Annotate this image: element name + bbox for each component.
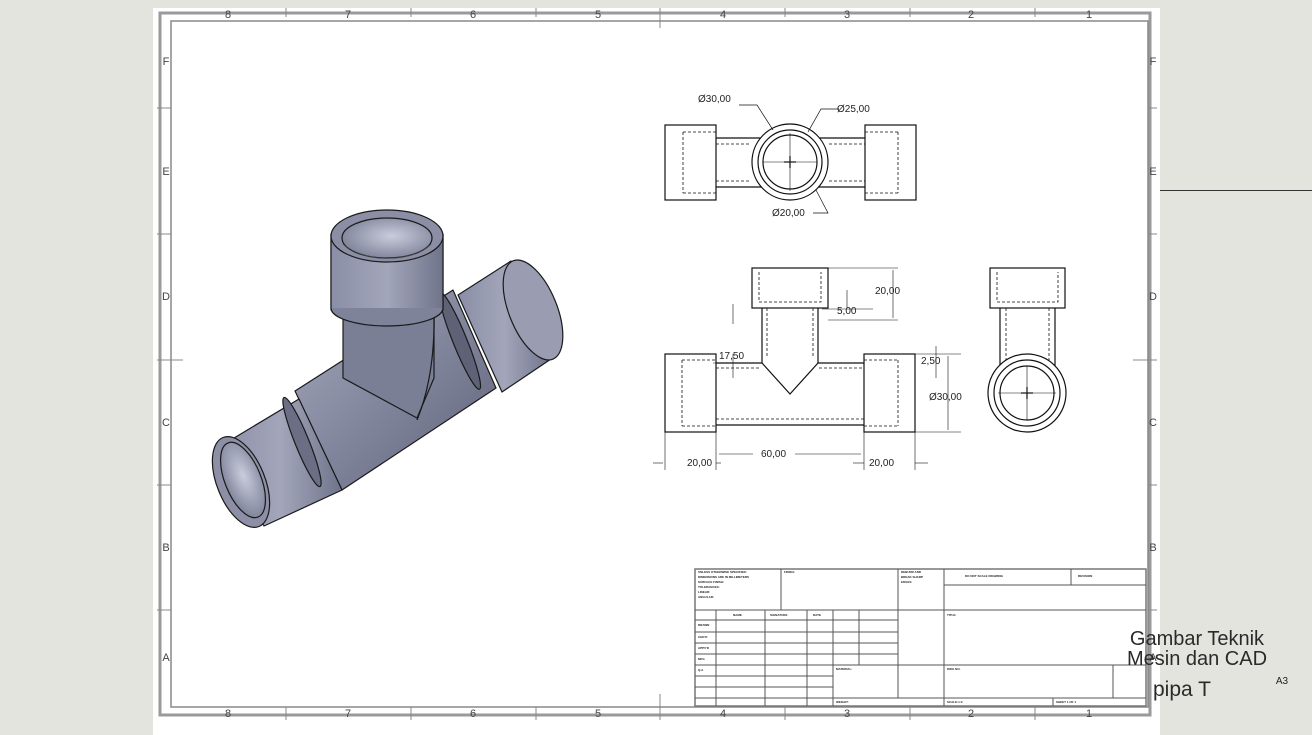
sheet-size: A3: [1275, 676, 1289, 687]
zone-col-top-1: 1: [1086, 9, 1092, 21]
zone-row-left-b: B: [162, 542, 169, 554]
zone-col-top-3: 3: [844, 9, 850, 21]
zone-col-bottom-7: 7: [345, 708, 351, 720]
zone-row-left-c: C: [162, 417, 170, 429]
tb-deburr-label: DEBURR AND: [901, 570, 922, 574]
front-view: [653, 267, 961, 470]
zone-col-top-5: 5: [595, 9, 601, 21]
dim-right-end: 20,00: [869, 458, 894, 469]
isometric-tee-model: [211, 209, 564, 529]
title-block-frame: [694, 568, 1147, 707]
dim-branch-depth: 5,00: [837, 306, 857, 317]
zone-col-bottom-8: 8: [225, 708, 231, 720]
tb-dwg-no-label: DWG NO.: [947, 667, 961, 671]
tb-linear-label: LINEAR:: [698, 590, 711, 594]
zone-col-bottom-5: 5: [595, 708, 601, 720]
dim-top-inner: Ø20,00: [772, 208, 805, 219]
tb-dims-label: DIMENSIONS ARE IN MILLIMETERS: [698, 575, 750, 579]
tb-tol-label: TOLERANCES:: [698, 585, 720, 589]
dim-cone: 17,50: [719, 351, 744, 362]
tb-title-label: TITLE:: [947, 613, 957, 617]
dim-center-length: 60,00: [761, 449, 786, 460]
zone-row-left-d: D: [162, 291, 170, 303]
tb-material-label: MATERIAL:: [836, 667, 853, 671]
tb-break-label: BREAK SHARP: [901, 575, 924, 579]
side-view: [987, 267, 1067, 433]
tb-revision-label: REVISION: [1078, 574, 1093, 578]
zone-col-top-7: 7: [345, 9, 351, 21]
tb-drawn-label: DRAWN: [698, 623, 710, 627]
tb-do-not-scale-label: DO NOT SCALE DRAWING: [965, 574, 1003, 578]
dim-run-diameter: Ø30,00: [929, 392, 962, 403]
tb-date-header: DATE: [813, 613, 821, 617]
zone-col-bottom-1: 1: [1086, 708, 1092, 720]
zone-col-bottom-4: 4: [720, 708, 726, 720]
zone-row-right-f: F: [1150, 56, 1157, 68]
tb-edges-label: EDGES: [901, 580, 912, 584]
zone-col-top-4: 4: [720, 9, 726, 21]
tb-unless-label: UNLESS OTHERWISE SPECIFIED:: [698, 570, 747, 574]
dim-top-outer: Ø30,00: [698, 94, 731, 105]
tb-sheet-label: SHEET 1 OF 1: [1056, 700, 1077, 704]
top-view: [664, 104, 917, 214]
tb-finish-col-label: FINISH:: [784, 570, 795, 574]
zone-col-top-8: 8: [225, 9, 231, 21]
zone-col-bottom-6: 6: [470, 708, 476, 720]
zone-row-right-e: E: [1149, 166, 1156, 178]
tb-scale-label: SCALE:1:2: [947, 700, 963, 704]
tb-appvd-label: APPV'D: [698, 646, 710, 650]
zone-row-left-f: F: [163, 56, 170, 68]
tb-chkd-label: CHK'D: [698, 635, 708, 639]
dim-left-end: 20,00: [687, 458, 712, 469]
zone-row-right-b: B: [1149, 542, 1156, 554]
drawing-sheet: 8 7 6 5 4 3 2 1 8 7 6 5 4 3 2 1 F E D C …: [153, 8, 1288, 735]
zone-row-right-c: C: [1149, 417, 1157, 429]
tb-finish-label: SURFACE FINISH:: [698, 580, 725, 584]
tb-mfg-label: MFG: [698, 657, 705, 661]
tb-weight-label: WEIGHT:: [836, 700, 849, 704]
dim-branch-height: 20,00: [875, 286, 900, 297]
canvas-divider-line: [1160, 190, 1312, 191]
zone-col-top-6: 6: [470, 9, 476, 21]
tb-angular-label: ANGULAR:: [698, 595, 714, 599]
drawing-title-line-2: Mesin dan CAD: [1126, 648, 1268, 670]
zone-row-left-a: A: [162, 652, 170, 664]
tb-qa-label: Q.A: [698, 668, 704, 672]
tb-signature-header: SIGNATURE: [770, 613, 788, 617]
dim-top-mid: Ø25,00: [837, 104, 870, 115]
zone-row-right-d: D: [1149, 291, 1157, 303]
technical-drawing: 8 7 6 5 4 3 2 1 8 7 6 5 4 3 2 1 F E D C …: [157, 8, 1157, 720]
part-name: pipa T: [1153, 678, 1211, 701]
zone-col-bottom-3: 3: [844, 708, 850, 720]
zone-col-bottom-2: 2: [968, 708, 974, 720]
dim-side-offset: 2,50: [921, 356, 941, 367]
tb-name-header: NAME: [733, 613, 742, 617]
zone-col-top-2: 2: [968, 9, 974, 21]
zone-row-left-e: E: [162, 166, 169, 178]
